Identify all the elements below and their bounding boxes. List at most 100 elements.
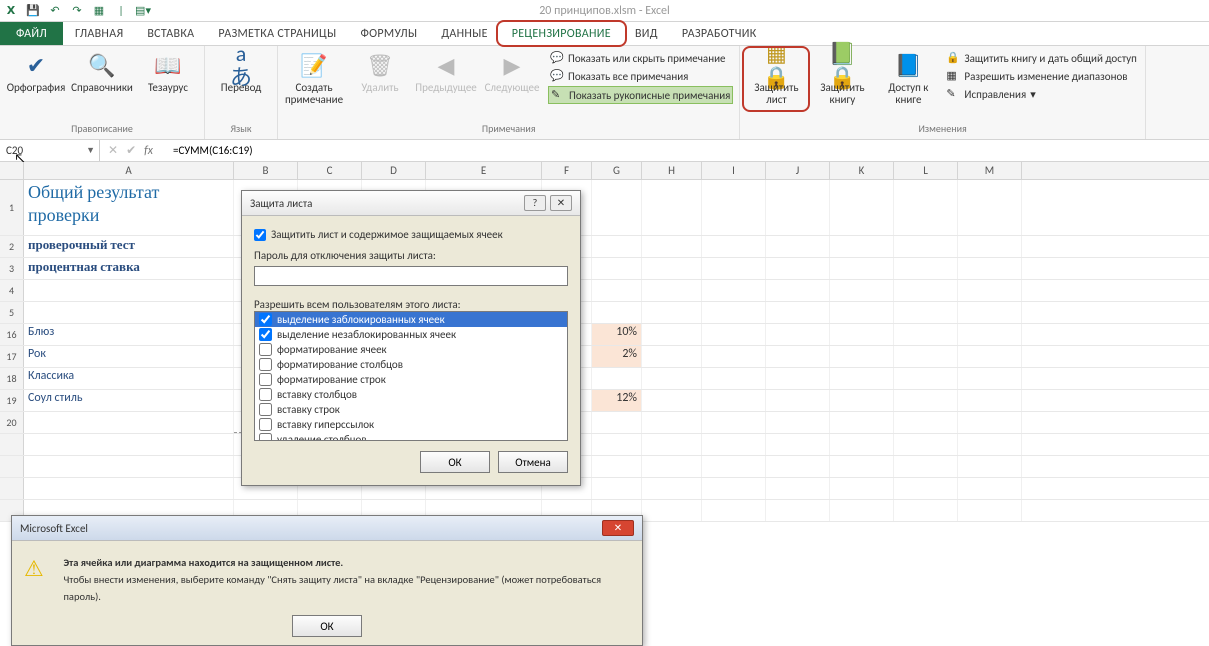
protect-sheet-button[interactable]: ▦🔒Защитить лист bbox=[746, 50, 806, 108]
tab-file[interactable]: ФАЙЛ bbox=[0, 22, 63, 45]
cell[interactable] bbox=[894, 180, 958, 235]
col-header[interactable]: D bbox=[362, 162, 426, 179]
protect-share-button[interactable]: 🔒Защитить книгу и дать общий доступ bbox=[944, 50, 1138, 66]
col-header[interactable]: H bbox=[642, 162, 702, 179]
perm-item[interactable]: выделение заблокированных ячеек bbox=[255, 312, 567, 327]
tab-home[interactable]: ГЛАВНАЯ bbox=[63, 22, 135, 45]
close-button[interactable]: ✕ bbox=[602, 520, 634, 536]
ok-button[interactable]: ОК bbox=[292, 615, 362, 637]
col-header[interactable]: G bbox=[592, 162, 642, 179]
select-all-corner[interactable] bbox=[0, 162, 24, 179]
group-language-label: Язык bbox=[211, 120, 271, 137]
password-input[interactable] bbox=[254, 266, 568, 286]
tab-insert[interactable]: ВСТАВКА bbox=[135, 22, 206, 45]
perm-item[interactable]: вставку строк bbox=[255, 402, 567, 417]
help-button[interactable]: ? bbox=[524, 195, 546, 211]
cell[interactable] bbox=[642, 180, 702, 235]
col-header[interactable]: F bbox=[542, 162, 592, 179]
save-icon[interactable]: 💾 bbox=[26, 4, 40, 18]
col-header[interactable]: M bbox=[958, 162, 1022, 179]
cell[interactable]: 2% bbox=[592, 346, 642, 367]
new-comment-button[interactable]: 📝Создать примечание bbox=[284, 50, 344, 108]
row-header[interactable]: 16 bbox=[0, 324, 24, 345]
cell[interactable] bbox=[766, 180, 830, 235]
ok-button[interactable]: ОК bbox=[420, 451, 490, 473]
row-header[interactable]: 4 bbox=[0, 280, 24, 301]
qat-icon[interactable]: ▤▾ bbox=[136, 4, 150, 18]
thesaurus-button[interactable]: 📖Тезаурус bbox=[138, 50, 198, 96]
row-header[interactable]: 2 bbox=[0, 236, 24, 257]
cell[interactable]: Блюз bbox=[24, 324, 234, 345]
col-header[interactable]: J bbox=[766, 162, 830, 179]
share-workbook-button[interactable]: 📘Доступ к книге bbox=[878, 50, 938, 108]
protect-workbook-button[interactable]: 📗🔒Защитить книгу bbox=[812, 50, 872, 108]
show-hide-comment[interactable]: 💬Показать или скрыть примечание bbox=[548, 50, 733, 66]
cancel-button[interactable]: Отмена bbox=[498, 451, 568, 473]
qat-icon[interactable]: | bbox=[114, 4, 128, 18]
cell[interactable]: 12% bbox=[592, 390, 642, 411]
col-header[interactable]: L bbox=[894, 162, 958, 179]
delete-comment-button: 🗑Удалить bbox=[350, 50, 410, 96]
cell[interactable]: проверочный тест bbox=[24, 236, 234, 257]
group-comments-label: Примечания bbox=[284, 120, 733, 137]
cell[interactable]: Соул стиль bbox=[24, 390, 234, 411]
cell[interactable] bbox=[830, 180, 894, 235]
tab-review[interactable]: РЕЦЕНЗИРОВАНИЕ bbox=[500, 22, 623, 45]
perm-item[interactable]: выделение незаблокированных ячеек bbox=[255, 327, 567, 342]
allow-ranges-button[interactable]: ▦Разрешить изменение диапазонов bbox=[944, 68, 1138, 84]
cell[interactable] bbox=[592, 180, 642, 235]
show-ink-comments[interactable]: ✎Показать рукописные примечания bbox=[548, 86, 733, 104]
col-header[interactable]: K bbox=[830, 162, 894, 179]
cell[interactable]: Рок bbox=[24, 346, 234, 367]
research-button[interactable]: 🔍Справочники bbox=[72, 50, 132, 96]
fx-icon[interactable]: fx bbox=[144, 144, 159, 158]
cell[interactable]: 10% bbox=[592, 324, 642, 345]
translate-button[interactable]: aあПеревод bbox=[211, 50, 271, 96]
row-header[interactable]: 19 bbox=[0, 390, 24, 411]
cell[interactable] bbox=[958, 180, 1022, 235]
formula-input[interactable] bbox=[167, 144, 1209, 157]
redo-icon[interactable]: ↷ bbox=[70, 4, 84, 18]
perm-item[interactable]: форматирование столбцов bbox=[255, 357, 567, 372]
tab-data[interactable]: ДАННЫЕ bbox=[429, 22, 499, 45]
chevron-down-icon[interactable]: ▼ bbox=[86, 145, 95, 156]
col-header[interactable]: I bbox=[702, 162, 766, 179]
row-header[interactable]: 20 bbox=[0, 412, 24, 433]
perm-item[interactable]: вставку столбцов bbox=[255, 387, 567, 402]
row-header[interactable]: 1 bbox=[0, 180, 24, 235]
name-box[interactable]: C20▼ bbox=[0, 140, 100, 161]
tab-developer[interactable]: РАЗРАБОТЧИК bbox=[670, 22, 769, 45]
row-header[interactable]: 3 bbox=[0, 258, 24, 279]
cell[interactable]: процентная ставка bbox=[24, 258, 234, 279]
row-header[interactable]: 18 bbox=[0, 368, 24, 389]
tab-view[interactable]: ВИД bbox=[623, 22, 670, 45]
row-header[interactable]: 5 bbox=[0, 302, 24, 323]
cell[interactable]: Классика bbox=[24, 368, 234, 389]
col-header[interactable]: B bbox=[234, 162, 298, 179]
enter-formula-icon[interactable]: ✔ bbox=[126, 143, 136, 158]
qat-icon[interactable]: ▦ bbox=[92, 4, 106, 18]
cancel-formula-icon[interactable]: ✕ bbox=[108, 143, 118, 158]
show-all-comments[interactable]: 💬Показать все примечания bbox=[548, 68, 733, 84]
window-title: 20 принципов.xlsm - Excel bbox=[539, 4, 670, 18]
cell[interactable] bbox=[702, 180, 766, 235]
col-header[interactable]: C bbox=[298, 162, 362, 179]
group-proofing-label: Правописание bbox=[6, 120, 198, 137]
col-header[interactable]: E bbox=[426, 162, 542, 179]
prev-comment-button: ◀Предыдущее bbox=[416, 50, 476, 96]
row-header[interactable]: 17 bbox=[0, 346, 24, 367]
close-button[interactable]: ✕ bbox=[550, 195, 572, 211]
spelling-button[interactable]: ✔Орфография bbox=[6, 50, 66, 96]
permissions-list[interactable]: выделение заблокированных ячеек выделени… bbox=[254, 311, 568, 441]
perm-item[interactable]: форматирование ячеек bbox=[255, 342, 567, 357]
excel-icon: 𝗫 bbox=[4, 4, 18, 18]
cell[interactable]: Общий результат проверки bbox=[24, 180, 234, 235]
col-header[interactable]: A bbox=[24, 162, 234, 179]
perm-item[interactable]: удаление столбцов bbox=[255, 432, 567, 441]
undo-icon[interactable]: ↶ bbox=[48, 4, 62, 18]
track-changes-button[interactable]: ✎Исправления ▾ bbox=[944, 86, 1138, 102]
tab-formulas[interactable]: ФОРМУЛЫ bbox=[348, 22, 429, 45]
perm-item[interactable]: форматирование строк bbox=[255, 372, 567, 387]
protect-main-checkbox[interactable]: Защитить лист и содержимое защищаемых яч… bbox=[254, 226, 568, 243]
perm-item[interactable]: вставку гиперссылок bbox=[255, 417, 567, 432]
